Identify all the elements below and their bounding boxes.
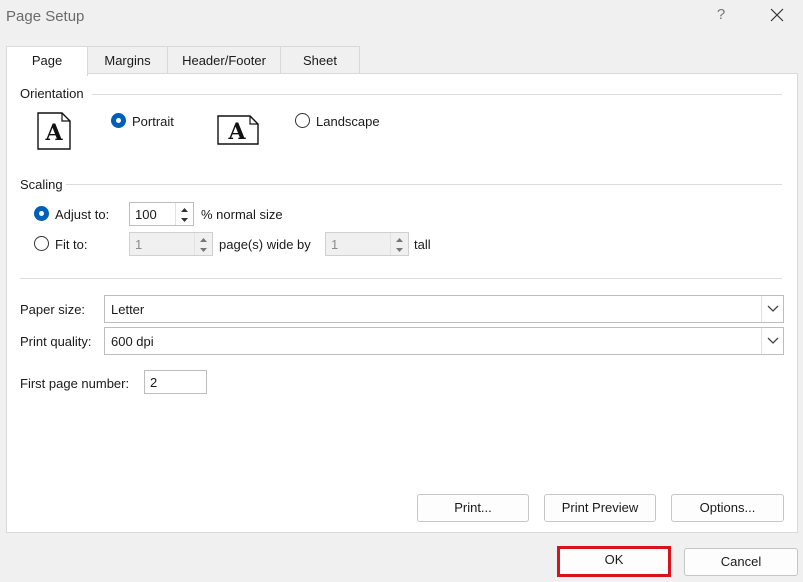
orientation-label: Orientation — [20, 86, 84, 101]
fit-wide-arrows — [194, 233, 212, 255]
paper-size-value[interactable]: Letter — [111, 302, 144, 317]
svg-text:A: A — [227, 119, 246, 145]
tab-margins[interactable]: Margins — [87, 46, 168, 74]
help-button[interactable]: ? — [710, 6, 732, 28]
first-page-number-label: First page number: — [20, 376, 130, 391]
fit-tall-value[interactable]: 1 — [331, 237, 338, 252]
adjust-to-label[interactable]: Adjust to: — [55, 207, 109, 222]
landscape-page-icon: A — [217, 115, 259, 145]
normal-size-label: % normal size — [201, 207, 283, 222]
fit-wide-spinner[interactable]: 1 — [129, 232, 213, 256]
fit-tall-spinner[interactable]: 1 — [325, 232, 409, 256]
paper-size-label: Paper size: — [20, 302, 86, 317]
spin-down-icon — [396, 248, 403, 252]
section-divider — [20, 278, 782, 279]
spin-up-button[interactable] — [195, 233, 212, 244]
pages-wide-label: page(s) wide by — [219, 237, 311, 252]
tab-page[interactable]: Page — [6, 46, 88, 76]
adjust-to-arrows — [175, 203, 193, 225]
portrait-radio[interactable] — [111, 113, 126, 128]
paper-size-select[interactable]: Letter — [104, 295, 784, 323]
portrait-label[interactable]: Portrait — [132, 114, 174, 129]
title-bar: Page Setup ? — [0, 0, 803, 36]
spin-down-button[interactable] — [391, 244, 408, 255]
scaling-divider — [66, 184, 782, 185]
tall-label: tall — [414, 237, 431, 252]
print-quality-select[interactable]: 600 dpi — [104, 327, 784, 355]
spin-down-button[interactable] — [176, 214, 193, 225]
fit-wide-value[interactable]: 1 — [135, 237, 142, 252]
spin-up-button[interactable] — [176, 203, 193, 214]
tab-header-footer[interactable]: Header/Footer — [167, 46, 281, 74]
orientation-divider — [92, 94, 782, 95]
close-button[interactable] — [762, 5, 792, 29]
fit-to-label[interactable]: Fit to: — [55, 237, 88, 252]
fit-tall-arrows — [390, 233, 408, 255]
adjust-to-spinner[interactable]: 100 — [129, 202, 194, 226]
close-icon — [770, 8, 784, 22]
print-quality-label: Print quality: — [20, 334, 92, 349]
spin-down-button[interactable] — [195, 244, 212, 255]
spin-up-button[interactable] — [391, 233, 408, 244]
spin-down-icon — [200, 248, 207, 252]
svg-text:A: A — [44, 120, 63, 146]
scaling-label: Scaling — [20, 177, 63, 192]
landscape-radio[interactable] — [295, 113, 310, 128]
spin-down-icon — [181, 218, 188, 222]
chevron-down-icon — [767, 305, 778, 312]
tab-sheet[interactable]: Sheet — [280, 46, 360, 74]
cancel-button[interactable]: Cancel — [684, 548, 798, 576]
ok-button[interactable]: OK — [557, 546, 671, 577]
first-page-number-value[interactable]: 2 — [150, 375, 157, 390]
options-button[interactable]: Options... — [671, 494, 784, 522]
adjust-to-radio[interactable] — [34, 206, 49, 221]
portrait-page-icon: A — [37, 112, 71, 150]
print-button[interactable]: Print... — [417, 494, 529, 522]
landscape-label[interactable]: Landscape — [316, 114, 380, 129]
dialog-title: Page Setup — [6, 8, 85, 25]
fit-to-radio[interactable] — [34, 236, 49, 251]
paper-size-dropdown-button[interactable] — [761, 296, 783, 322]
first-page-number-input[interactable]: 2 — [144, 370, 207, 394]
print-quality-value[interactable]: 600 dpi — [111, 334, 154, 349]
print-quality-dropdown-button[interactable] — [761, 328, 783, 354]
chevron-down-icon — [767, 337, 778, 344]
adjust-to-value[interactable]: 100 — [135, 207, 157, 222]
print-preview-button[interactable]: Print Preview — [544, 494, 656, 522]
